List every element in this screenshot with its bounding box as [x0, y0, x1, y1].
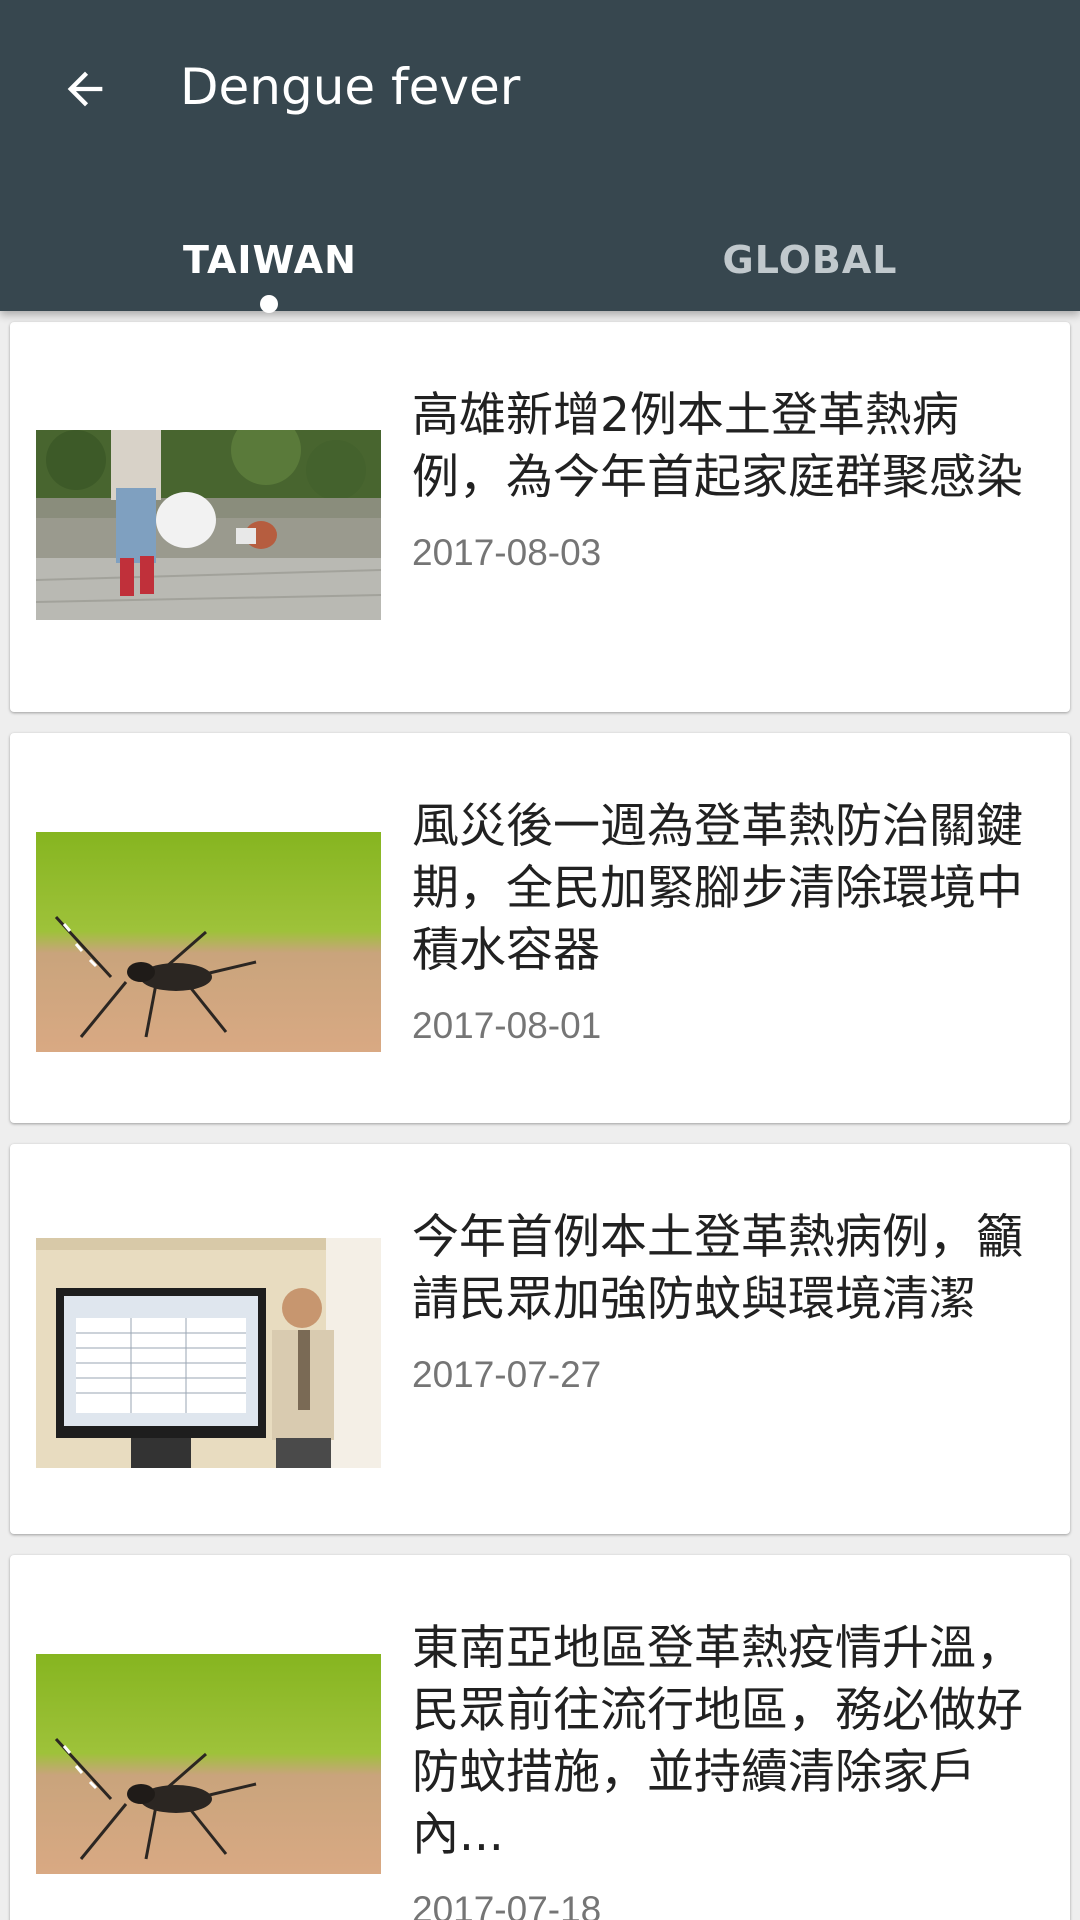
article-thumbnail [36, 430, 381, 620]
article-text: 高雄新增2例本土登革熱病例，為今年首起家庭群聚感染 2017-08-03 [412, 385, 1037, 575]
article-date: 2017-07-27 [412, 1354, 602, 1395]
article-thumbnail [36, 1238, 381, 1468]
article-text: 東南亞地區登革熱疫情升溫，民眾前往流行地區，務必做好防蚊措施，並持續清除家戶內.… [412, 1618, 1037, 1920]
article-thumbnail [36, 832, 381, 1052]
article-date: 2017-08-01 [412, 1005, 602, 1046]
article-date: 2017-07-18 [412, 1889, 602, 1920]
article-title: 風災後一週為登革熱防治關鍵期，全民加緊腳步清除環境中積水容器 [412, 799, 1023, 978]
article-list[interactable]: 高雄新增2例本土登革熱病例，為今年首起家庭群聚感染 2017-08-03 風災後… [0, 311, 1080, 1920]
tab-global-label: GLOBAL [722, 238, 898, 282]
article-thumbnail [36, 1654, 381, 1874]
arrow-left-icon [67, 71, 103, 107]
selected-tab-indicator [260, 295, 278, 313]
article-card[interactable]: 東南亞地區登革熱疫情升溫，民眾前往流行地區，務必做好防蚊措施，並持續清除家戶內.… [10, 1555, 1070, 1920]
back-button[interactable] [30, 34, 140, 144]
article-title: 高雄新增2例本土登革熱病例，為今年首起家庭群聚感染 [412, 388, 1023, 505]
article-text: 風災後一週為登革熱防治關鍵期，全民加緊腳步清除環境中積水容器 2017-08-0… [412, 796, 1037, 1048]
article-card[interactable]: 今年首例本土登革熱病例，籲請民眾加強防蚊與環境清潔 2017-07-27 [10, 1144, 1070, 1534]
article-date: 2017-08-03 [412, 532, 602, 573]
article-card[interactable]: 風災後一週為登革熱防治關鍵期，全民加緊腳步清除環境中積水容器 2017-08-0… [10, 733, 1070, 1123]
article-card[interactable]: 高雄新增2例本土登革熱病例，為今年首起家庭群聚感染 2017-08-03 [10, 322, 1070, 712]
app-bar: Dengue fever TAIWAN GLOBAL [0, 0, 1080, 313]
article-text: 今年首例本土登革熱病例，籲請民眾加強防蚊與環境清潔 2017-07-27 [412, 1207, 1037, 1397]
page-title: Dengue fever [180, 58, 521, 116]
tab-global[interactable]: GLOBAL [540, 200, 1080, 311]
article-title: 東南亞地區登革熱疫情升溫，民眾前往流行地區，務必做好防蚊措施，並持續清除家戶內.… [412, 1621, 1023, 1862]
article-title: 今年首例本土登革熱病例，籲請民眾加強防蚊與環境清潔 [412, 1210, 1023, 1327]
